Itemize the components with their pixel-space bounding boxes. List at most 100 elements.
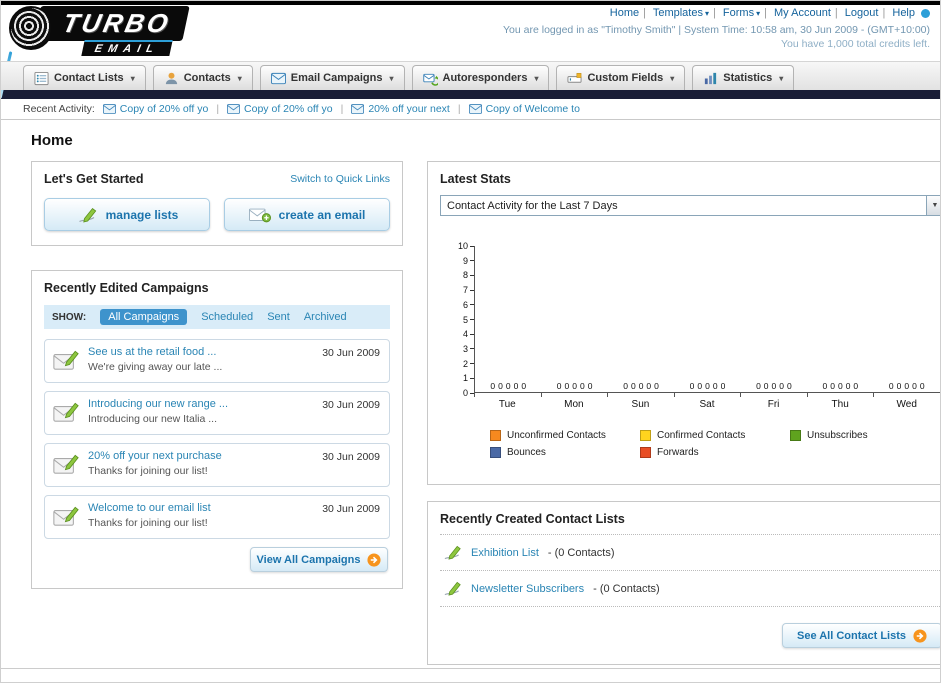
campaign-list-item[interactable]: 20% off your next purchase Thanks for jo… [44, 443, 390, 487]
see-all-contact-lists-label: See All Contact Lists [796, 629, 906, 642]
main-content: Home Let's Get Started Switch to Quick L… [1, 120, 940, 665]
tab-contacts[interactable]: Contacts ▾ [152, 65, 253, 90]
legend-label: Forwards [657, 447, 699, 458]
legend-label: Unconfirmed Contacts [507, 430, 606, 441]
page-title: Home [31, 132, 73, 149]
legend-label: Bounces [507, 447, 546, 458]
statistics-icon [703, 71, 718, 86]
header: TURBO EMAIL Home | Templates ▾ | Forms ▾ | My… [1, 1, 940, 61]
contact-list-link[interactable]: Newsletter Subscribers [471, 583, 584, 595]
view-all-campaigns-button[interactable]: View All Campaigns [250, 547, 388, 572]
activity-item[interactable]: Copy of 20% off yo [103, 103, 209, 115]
tab-custom-fields[interactable]: Custom Fields ▾ [556, 65, 686, 90]
email-icon [469, 104, 482, 114]
campaign-text: 20% off your next purchase Thanks for jo… [88, 450, 222, 480]
activity-link[interactable]: Copy of Welcome to [486, 103, 580, 115]
campaign-list-item[interactable]: See us at the retail food ... We're givi… [44, 339, 390, 383]
chevron-down-icon: ▾ [389, 73, 394, 83]
tab-label: Custom Fields [587, 72, 664, 84]
y-axis-tick: 4 [463, 329, 474, 339]
manage-lists-button[interactable]: manage lists [44, 198, 210, 231]
stats-chart: 10 9 8 7 6 5 4 3 2 1 0 000000000000000000000000000… [448, 241, 940, 458]
contact-list-item[interactable]: Exhibition List - (0 Contacts) [440, 535, 940, 571]
legend-label: Unsubscribes [807, 430, 868, 441]
contact-list-detail: - (0 Contacts) [593, 582, 660, 595]
activity-item[interactable]: 20% off your next [351, 103, 450, 115]
nav-forms-link[interactable]: Forms ▾ [723, 7, 760, 19]
see-all-contact-lists-button[interactable]: See All Contact Lists [782, 623, 940, 648]
tab-statistics[interactable]: Statistics ▾ [692, 65, 795, 90]
chevron-down-icon: ▾ [704, 9, 709, 18]
activity-item[interactable]: Copy of Welcome to [469, 103, 580, 115]
y-axis-tick: 7 [463, 285, 474, 295]
campaign-title-link[interactable]: Welcome to our email list [88, 502, 211, 514]
y-axis-tick: 10 [458, 241, 474, 251]
campaign-list-item[interactable]: Welcome to our email list Thanks for joi… [44, 495, 390, 539]
nav-templates-link[interactable]: Templates ▾ [653, 7, 709, 19]
activity-link[interactable]: 20% off your next [368, 103, 450, 115]
pencil-write-icon [442, 544, 462, 561]
arrow-right-icon [913, 629, 927, 643]
campaign-title-link[interactable]: See us at the retail food ... [88, 346, 222, 358]
legend-swatch [490, 447, 501, 458]
activity-item[interactable]: Copy of 20% off yo [227, 103, 333, 115]
stats-period-select[interactable]: Contact Activity for the Last 7 Days ▼ [440, 195, 940, 216]
chart-plot: 00000 00000 00000 00000 00000 00000 00000 [474, 246, 940, 393]
logo-text: TURBO EMAIL [33, 6, 191, 56]
legend-swatch [640, 447, 651, 458]
tab-label: Autoresponders [442, 72, 528, 84]
nav-logout-link[interactable]: Logout [845, 7, 879, 19]
y-axis-tick: 8 [463, 270, 474, 280]
x-axis-tick [740, 393, 742, 397]
nav-home-link[interactable]: Home [610, 7, 639, 19]
campaign-subtitle: Introducing our new Italia ... [88, 413, 217, 425]
contact-list-item[interactable]: Newsletter Subscribers - (0 Contacts) [440, 571, 940, 607]
legend-item: Unsubscribes [790, 430, 940, 441]
create-email-button[interactable]: create an email [224, 198, 390, 231]
logo-title: TURBO [33, 6, 191, 41]
y-axis-tick: 6 [463, 300, 474, 310]
filter-scheduled[interactable]: Scheduled [201, 311, 253, 323]
x-axis-label: Mon [564, 399, 584, 410]
contact-lists-title: Recently Created Contact Lists [440, 512, 940, 535]
tab-bar: Contact Lists ▾ Contacts ▾ Email Campaig… [1, 61, 940, 90]
left-column: Let's Get Started Switch to Quick Links … [31, 161, 403, 589]
nav-divider-bar [1, 90, 940, 99]
campaign-title-link[interactable]: 20% off your next purchase [88, 450, 222, 462]
chevron-down-icon: ▾ [237, 73, 242, 83]
switch-quick-links-link[interactable]: Switch to Quick Links [290, 173, 390, 185]
filter-all-campaigns[interactable]: All Campaigns [100, 309, 188, 325]
activity-link[interactable]: Copy of 20% off yo [244, 103, 333, 115]
x-axis-label: Sun [631, 399, 650, 410]
nav-my-account-link[interactable]: My Account [774, 7, 831, 19]
email-campaigns-icon [271, 71, 286, 86]
get-started-title: Let's Get Started [44, 172, 144, 186]
campaign-text: See us at the retail food ... We're givi… [88, 346, 222, 376]
stats-period-value: Contact Activity for the Last 7 Days [447, 199, 618, 212]
legend-swatch [490, 430, 501, 441]
bar-value-labels: 00000 [623, 381, 659, 391]
nav-help-link[interactable]: Help [892, 7, 915, 19]
tab-autoresponders[interactable]: Autoresponders ▾ [411, 65, 550, 90]
y-axis-tick: 0 [463, 388, 474, 398]
campaign-list-item[interactable]: Introducing our new range ... Introducin… [44, 391, 390, 435]
email-icon [351, 104, 364, 114]
autoresponders-icon [423, 71, 438, 86]
footer-divider [1, 668, 940, 669]
nav-templates-label: Templates [652, 7, 703, 19]
bar-value-labels: 00000 [822, 381, 859, 391]
contact-list-link[interactable]: Exhibition List [471, 547, 539, 559]
activity-link[interactable]: Copy of 20% off yo [120, 103, 209, 115]
campaign-title-link[interactable]: Introducing our new range ... [88, 398, 228, 410]
tab-contact-lists[interactable]: Contact Lists ▾ [23, 65, 146, 90]
campaign-subtitle: Thanks for joining our list! [88, 517, 208, 529]
logo-swirl-icon [9, 6, 53, 50]
x-axis-tick [607, 393, 609, 397]
chevron-down-icon: ▾ [779, 73, 784, 83]
activity-separator: | [340, 103, 344, 115]
filter-sent[interactable]: Sent [267, 311, 290, 323]
x-axis-label: Fri [767, 399, 780, 410]
view-all-campaigns-label: View All Campaigns [256, 553, 361, 566]
tab-email-campaigns[interactable]: Email Campaigns ▾ [259, 65, 405, 90]
filter-archived[interactable]: Archived [304, 311, 347, 323]
